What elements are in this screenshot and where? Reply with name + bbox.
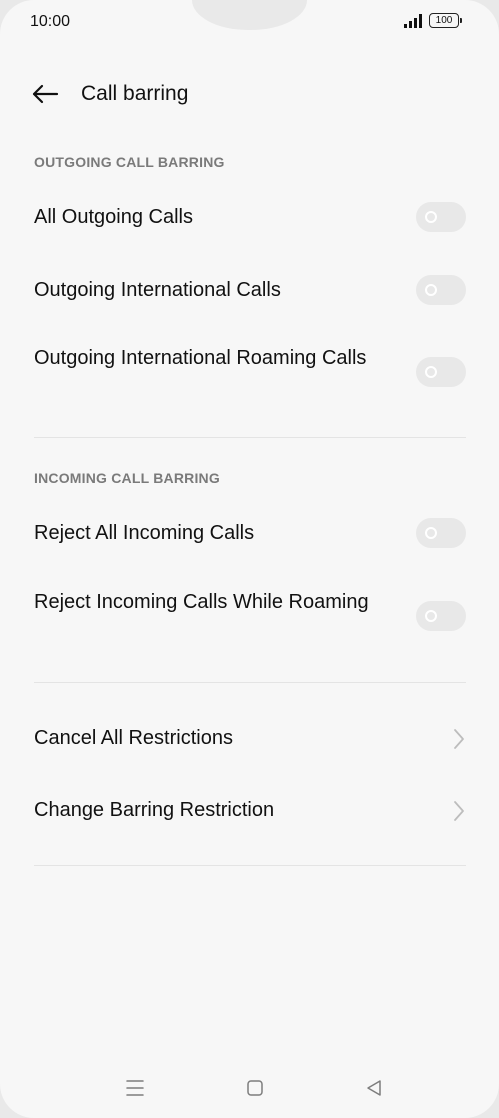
row-change-barring-restriction[interactable]: Change Barring Restriction (0, 794, 499, 830)
row-label: Reject Incoming Calls While Roaming (34, 591, 369, 613)
status-bar: 10:00 100 (0, 0, 499, 44)
phone-screen: 10:00 100 Call barring OUTGOING CALL BAR… (0, 0, 499, 1118)
row-label: Outgoing International Calls (34, 279, 281, 301)
toggle-knob (425, 284, 437, 296)
row-reject-all-incoming-calls[interactable]: Reject All Incoming Calls (0, 517, 499, 553)
divider (34, 682, 466, 683)
toggle-all-outgoing-calls[interactable] (416, 202, 466, 232)
row-label: All Outgoing Calls (34, 206, 193, 228)
divider (34, 437, 466, 438)
row-label: Cancel All Restrictions (34, 727, 233, 749)
status-time: 10:00 (30, 13, 71, 30)
nav-back-button[interactable] (356, 1070, 392, 1106)
toggle-knob (425, 527, 437, 539)
row-label: Change Barring Restriction (34, 799, 275, 821)
row-all-outgoing-calls[interactable]: All Outgoing Calls (0, 200, 499, 236)
toggle-knob (425, 366, 437, 378)
back-button[interactable] (28, 80, 62, 108)
toggle-knob (425, 211, 437, 223)
row-reject-incoming-calls-while-roaming[interactable]: Reject Incoming Calls While Roaming (0, 586, 499, 650)
row-label: Outgoing International Roaming Calls (34, 347, 367, 369)
system-nav-bar (0, 1070, 499, 1106)
chevron-right-icon (454, 729, 464, 749)
toggle-outgoing-international-roaming-calls[interactable] (416, 357, 466, 387)
page-title: Call barring (81, 82, 189, 105)
chevron-right-icon (454, 801, 464, 821)
nav-menu-button[interactable] (117, 1070, 153, 1106)
toggle-reject-incoming-calls-while-roaming[interactable] (416, 601, 466, 631)
row-label: Reject All Incoming Calls (34, 522, 255, 544)
nav-home-button[interactable] (237, 1070, 273, 1106)
home-square-icon (247, 1080, 263, 1096)
row-outgoing-international-calls[interactable]: Outgoing International Calls (0, 273, 499, 309)
row-cancel-all-restrictions[interactable]: Cancel All Restrictions (0, 722, 499, 758)
toggle-outgoing-international-calls[interactable] (416, 275, 466, 305)
back-triangle-icon (367, 1080, 381, 1096)
signal-bars-icon (404, 14, 422, 28)
toggle-knob (425, 610, 437, 622)
section-label-incoming: INCOMING CALL BARRING (34, 470, 220, 486)
app-header: Call barring (0, 72, 499, 116)
divider (34, 865, 466, 866)
menu-icon (126, 1080, 144, 1096)
section-label-outgoing: OUTGOING CALL BARRING (34, 154, 225, 170)
row-outgoing-international-roaming-calls[interactable]: Outgoing International Roaming Calls (0, 342, 499, 406)
toggle-reject-all-incoming-calls[interactable] (416, 518, 466, 548)
arrow-left-icon (32, 84, 59, 104)
battery-indicator: 100 (429, 13, 462, 28)
